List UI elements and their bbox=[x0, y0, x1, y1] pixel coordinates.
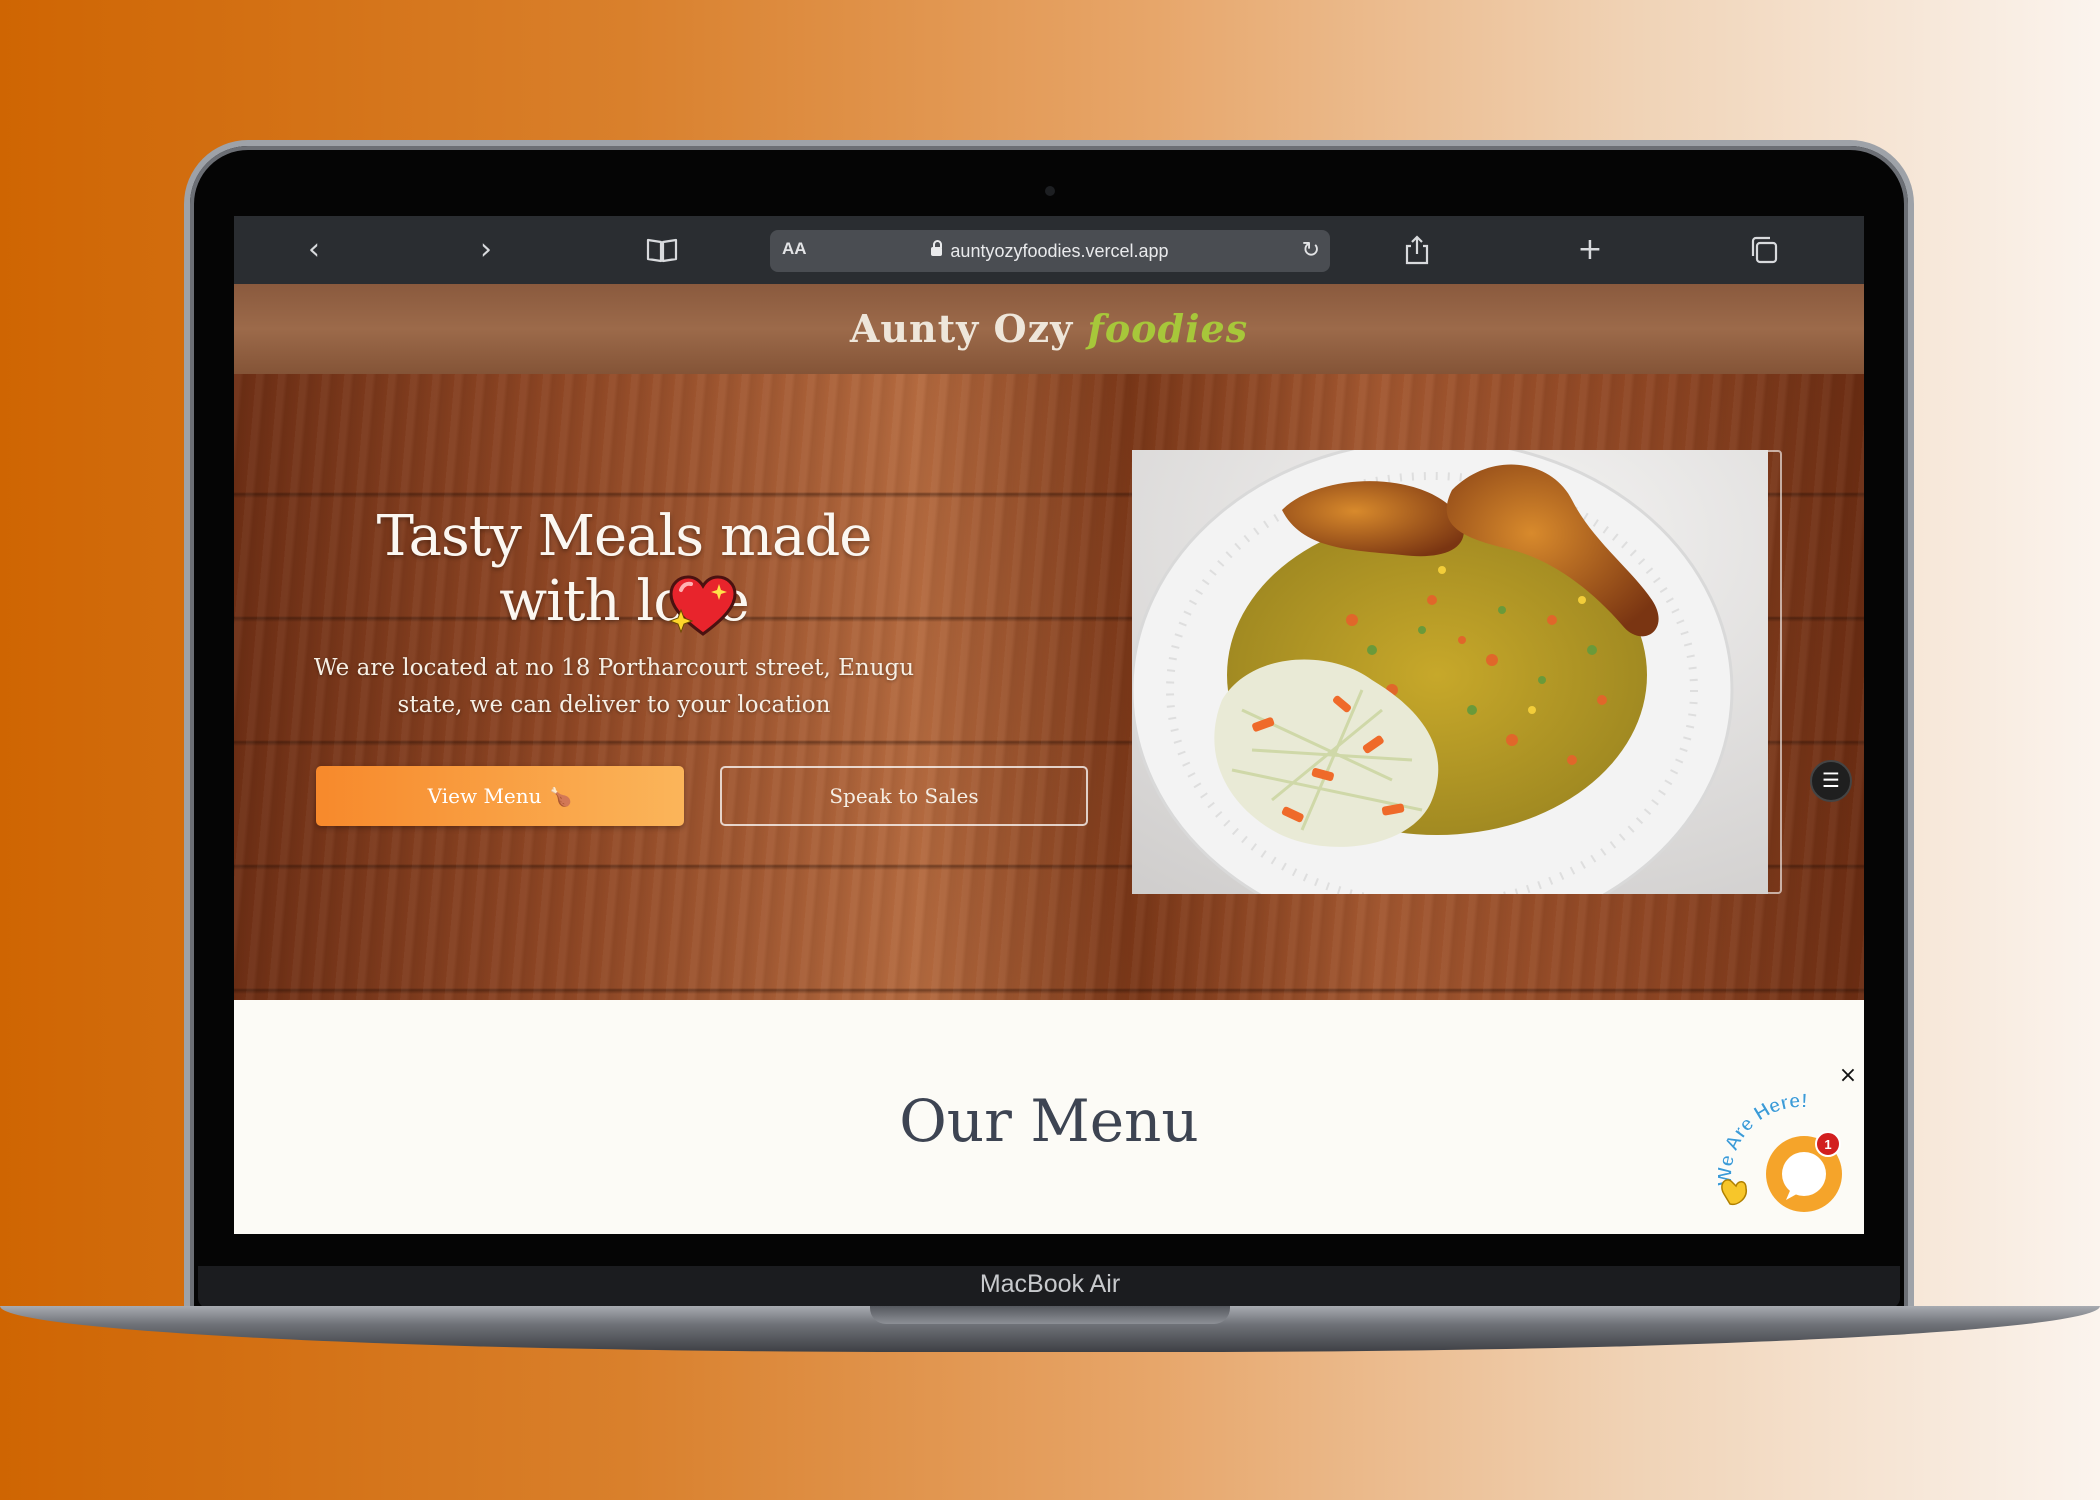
hero-section: Tasty Meals made with love We are locate… bbox=[234, 374, 1864, 1000]
device-label: MacBook Air bbox=[979, 1270, 1121, 1298]
speak-to-sales-button[interactable]: Speak to Sales bbox=[720, 766, 1088, 826]
reload-icon[interactable]: ↻ bbox=[1302, 230, 1320, 272]
view-menu-label: View Menu bbox=[427, 784, 542, 808]
chat-widget[interactable]: We Are Here! 1 bbox=[1708, 1076, 1864, 1216]
new-tab-plus-icon[interactable]: + bbox=[1570, 230, 1610, 270]
site-header: Aunty Ozy foodies bbox=[234, 284, 1864, 374]
tabs-icon[interactable] bbox=[1744, 230, 1784, 270]
share-icon[interactable] bbox=[1397, 230, 1437, 270]
waving-hand-icon bbox=[1721, 1179, 1747, 1206]
floating-menu-toggle[interactable]: ☰ bbox=[1810, 760, 1852, 802]
laptop-hinge-notch bbox=[870, 1306, 1230, 1324]
hero-title: Tasty Meals made with love bbox=[376, 504, 873, 634]
browser-toolbar: ‹ › AA auntyozyfoodies.vercel.app ↻ + bbox=[234, 216, 1864, 284]
back-chevron-icon[interactable]: ‹ bbox=[294, 230, 334, 270]
speak-to-sales-label: Speak to Sales bbox=[829, 784, 979, 808]
chat-badge-count: 1 bbox=[1824, 1137, 1831, 1152]
jollof-rice-plate-image bbox=[1132, 450, 1768, 894]
brand-accent: foodies bbox=[1087, 306, 1249, 351]
drumstick-icon: 🍗 bbox=[549, 787, 573, 808]
our-menu-heading: Our Menu bbox=[899, 1087, 1199, 1155]
bookmarks-book-icon[interactable] bbox=[642, 230, 682, 270]
sparkling-heart-icon bbox=[668, 575, 737, 636]
forward-chevron-icon[interactable]: › bbox=[466, 230, 506, 270]
brand-main: Aunty Ozy bbox=[849, 306, 1074, 351]
webcam bbox=[1045, 186, 1055, 196]
address-bar[interactable]: AA auntyozyfoodies.vercel.app ↻ bbox=[770, 230, 1330, 272]
browser-screen: ‹ › AA auntyozyfoodies.vercel.app ↻ + Au… bbox=[234, 216, 1864, 1234]
brand-logo[interactable]: Aunty Ozy foodies bbox=[850, 306, 1248, 351]
lock-icon bbox=[931, 240, 943, 256]
view-menu-button[interactable]: View Menu 🍗 bbox=[316, 766, 684, 826]
url-text[interactable]: auntyozyfoodies.vercel.app bbox=[950, 241, 1168, 261]
hero-subtitle: We are located at no 18 Portharcourt str… bbox=[313, 655, 915, 718]
